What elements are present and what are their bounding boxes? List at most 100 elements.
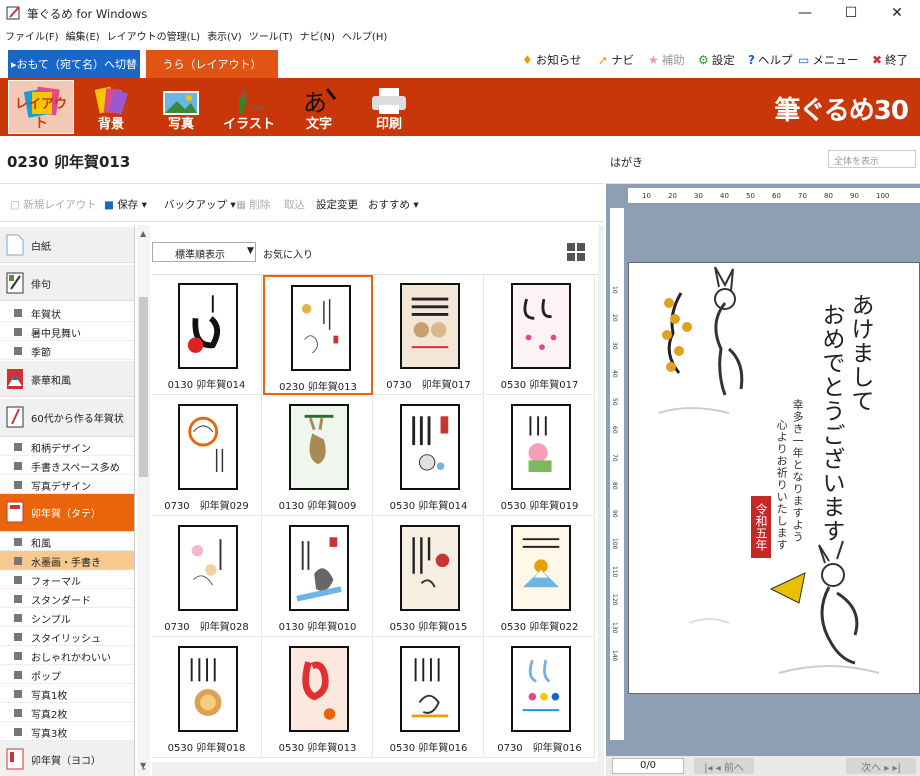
category-sixties[interactable]: 60代から作る年賀状 xyxy=(0,399,134,437)
menu-button[interactable]: ▭ メニュー xyxy=(798,52,858,68)
template-card-0[interactable]: 0130 卯年賀014 xyxy=(152,275,262,395)
category-usagi-sub-6[interactable]: おしゃれかわいい xyxy=(0,646,134,665)
sort-select[interactable]: 標準順表示 xyxy=(152,242,256,262)
template-card-8[interactable]: 0730 卯年賀028 xyxy=(152,517,262,637)
next-page-button[interactable]: 次へ ▸ ▸| xyxy=(846,758,916,774)
menu-tools[interactable]: ツール(T) xyxy=(249,28,293,43)
template-card-6[interactable]: 0530 卯年賀014 xyxy=(374,396,484,516)
window-title: 筆ぐるめ for Windows xyxy=(27,7,148,21)
postcard-preview[interactable]: あけまして おめでとうございます 幸多き一年となりますよう 心よりお祈りいたしま… xyxy=(628,262,920,694)
scroll-thumb[interactable] xyxy=(139,297,148,477)
toolbar-text-button[interactable]: あ 文字 xyxy=(286,80,352,134)
template-thumb xyxy=(400,404,460,490)
grid-view-icon[interactable] xyxy=(566,242,586,262)
template-grid: 0130 卯年賀014 0230 卯年賀013 0730 卯年賀017 0530… xyxy=(152,274,598,776)
save-button[interactable]: ■ 保存 ▾ xyxy=(104,197,147,212)
news-button[interactable]: ♦ お知らせ xyxy=(522,52,582,68)
template-label: 0530 卯年賀016 xyxy=(389,743,468,754)
menu-navi[interactable]: ナビ(N) xyxy=(300,28,335,43)
category-haiku-sub-1[interactable]: 暑中見舞い xyxy=(0,322,134,341)
menu-edit[interactable]: 編集(E) xyxy=(66,28,100,43)
grid-scrollbar[interactable] xyxy=(598,225,604,776)
toolbar-print-button[interactable]: 印刷 xyxy=(356,80,422,134)
category-haiku[interactable]: 俳句 xyxy=(0,265,134,301)
navi-button[interactable]: ➚ ナビ xyxy=(598,52,634,68)
category-usagi-sub-9[interactable]: 写真2枚 xyxy=(0,703,134,722)
category-usagi-sub-3[interactable]: スタンダード xyxy=(0,589,134,608)
template-card-12[interactable]: 0530 卯年賀018 xyxy=(152,638,262,758)
settings-button[interactable]: ⚙ 設定 xyxy=(698,52,735,68)
recommend-button[interactable]: おすすめ ▾ xyxy=(368,197,419,212)
close-button[interactable]: ✕ xyxy=(874,0,920,26)
minimize-button[interactable]: — xyxy=(782,0,828,26)
category-sub-label: おしゃれかわいい xyxy=(31,653,111,664)
zoom-select[interactable]: 全体を表示 xyxy=(828,150,916,168)
template-card-4[interactable]: 0730 卯年賀029 xyxy=(152,396,262,516)
ruler-tick: 70 xyxy=(611,454,618,462)
category-usagi-yoko[interactable]: 卯年賀（ヨコ） xyxy=(0,741,134,776)
toolbar-background-button[interactable]: 背景 xyxy=(78,80,144,134)
tab-front-address[interactable]: ▸おもて（宛て名）へ切替 xyxy=(8,50,140,78)
ruler-tick: 20 xyxy=(668,192,677,200)
prev-page-button[interactable]: |◂ ◂ 前へ xyxy=(694,758,754,774)
category-sixties-sub-0[interactable]: 和柄デザイン xyxy=(0,437,134,456)
toolbar-photo-button[interactable]: 写真 xyxy=(148,80,214,134)
category-usagi-sub-8[interactable]: 写真1枚 xyxy=(0,684,134,703)
tab-back-layout[interactable]: うら（レイアウト） xyxy=(146,50,278,78)
menu-label: メニュー xyxy=(812,53,859,67)
category-usagi-sub-1[interactable]: 水墨画・手書き xyxy=(0,551,134,570)
menu-file[interactable]: ファイル(F) xyxy=(5,28,59,43)
template-label: 0530 卯年賀017 xyxy=(500,380,579,391)
category-gorgeous[interactable]: 豪華和風 xyxy=(0,361,134,397)
category-usagi-sub-2[interactable]: フォーマル xyxy=(0,570,134,589)
assist-button[interactable]: ★ 補助 xyxy=(648,52,685,68)
thumb-illustration xyxy=(411,297,449,349)
ruler-horizontal: 10 20 30 40 50 60 70 80 90 100 xyxy=(628,188,920,204)
horizontal-scrollbar[interactable]: ⌄ xyxy=(140,762,598,776)
toolbar-illust-button[interactable]: イラスト xyxy=(216,80,282,134)
template-card-10[interactable]: 0530 卯年賀015 xyxy=(374,517,484,637)
template-card-7[interactable]: 0530 卯年賀019 xyxy=(485,396,595,516)
template-label: 0130 卯年賀009 xyxy=(278,501,357,512)
category-haiku-sub-0[interactable]: 年賀状 xyxy=(0,303,134,322)
template-card-9[interactable]: 0130 卯年賀010 xyxy=(263,517,373,637)
template-card-15[interactable]: 0730 卯年賀016 xyxy=(485,638,595,758)
template-label: 0730 卯年賀017 xyxy=(386,380,471,391)
navi-label: ナビ xyxy=(611,53,635,67)
settings-change-button[interactable]: 設定変更 xyxy=(316,197,358,212)
category-haiku-sub-2[interactable]: 季節 xyxy=(0,341,134,360)
category-usagi-sub-5[interactable]: スタイリッシュ xyxy=(0,627,134,646)
category-sixties-sub-2[interactable]: 写真デザイン xyxy=(0,475,134,494)
menu-view[interactable]: 表示(V) xyxy=(207,28,242,43)
category-sub-label: ポップ xyxy=(31,672,61,683)
new-layout-button[interactable]: ▢ 新規レイアウト xyxy=(10,197,97,212)
category-sixties-sub-1[interactable]: 手書きスペース多め xyxy=(0,456,134,475)
category-usagi-tate[interactable]: 卯年賀（タテ） xyxy=(0,494,134,532)
category-usagi-sub-7[interactable]: ポップ xyxy=(0,665,134,684)
backup-button[interactable]: バックアップ ▾ xyxy=(164,197,236,212)
template-card-2[interactable]: 0730 卯年賀017 xyxy=(374,275,484,395)
category-usagi-sub-0[interactable]: 和風 xyxy=(0,532,134,551)
delete-button[interactable]: ▦ 削除 xyxy=(236,197,270,212)
category-scrollbar[interactable]: ▲ ▼ xyxy=(137,225,150,776)
template-card-1[interactable]: 0230 卯年賀013 xyxy=(263,275,373,395)
menu-help[interactable]: ヘルプ(H) xyxy=(342,28,387,43)
template-card-5[interactable]: 0130 卯年賀009 xyxy=(263,396,373,516)
category-blank[interactable]: 白紙 xyxy=(0,227,134,263)
help-button[interactable]: ? ヘルプ xyxy=(748,52,792,68)
maximize-button[interactable]: ☐ xyxy=(828,0,874,26)
menu-layout-manage[interactable]: レイアウトの管理(L) xyxy=(107,28,200,43)
template-card-11[interactable]: 0530 卯年賀022 xyxy=(485,517,595,637)
template-thumb xyxy=(178,404,238,490)
exit-button[interactable]: ✖ 終了 xyxy=(872,52,908,68)
template-card-14[interactable]: 0530 卯年賀016 xyxy=(374,638,484,758)
close-icon: ✖ xyxy=(872,53,883,67)
import-button[interactable]: 取込 xyxy=(284,197,305,212)
category-usagi-sub-10[interactable]: 写真3枚 xyxy=(0,722,134,741)
template-card-3[interactable]: 0530 卯年賀017 xyxy=(485,275,595,395)
template-card-13[interactable]: 0530 卯年賀013 xyxy=(263,638,373,758)
thumb-illustration xyxy=(522,538,560,588)
category-usagi-sub-4[interactable]: シンプル xyxy=(0,608,134,627)
favorites-toggle[interactable]: お気に入り xyxy=(263,246,313,261)
toolbar-layout-button[interactable]: レイアウト xyxy=(8,80,74,134)
